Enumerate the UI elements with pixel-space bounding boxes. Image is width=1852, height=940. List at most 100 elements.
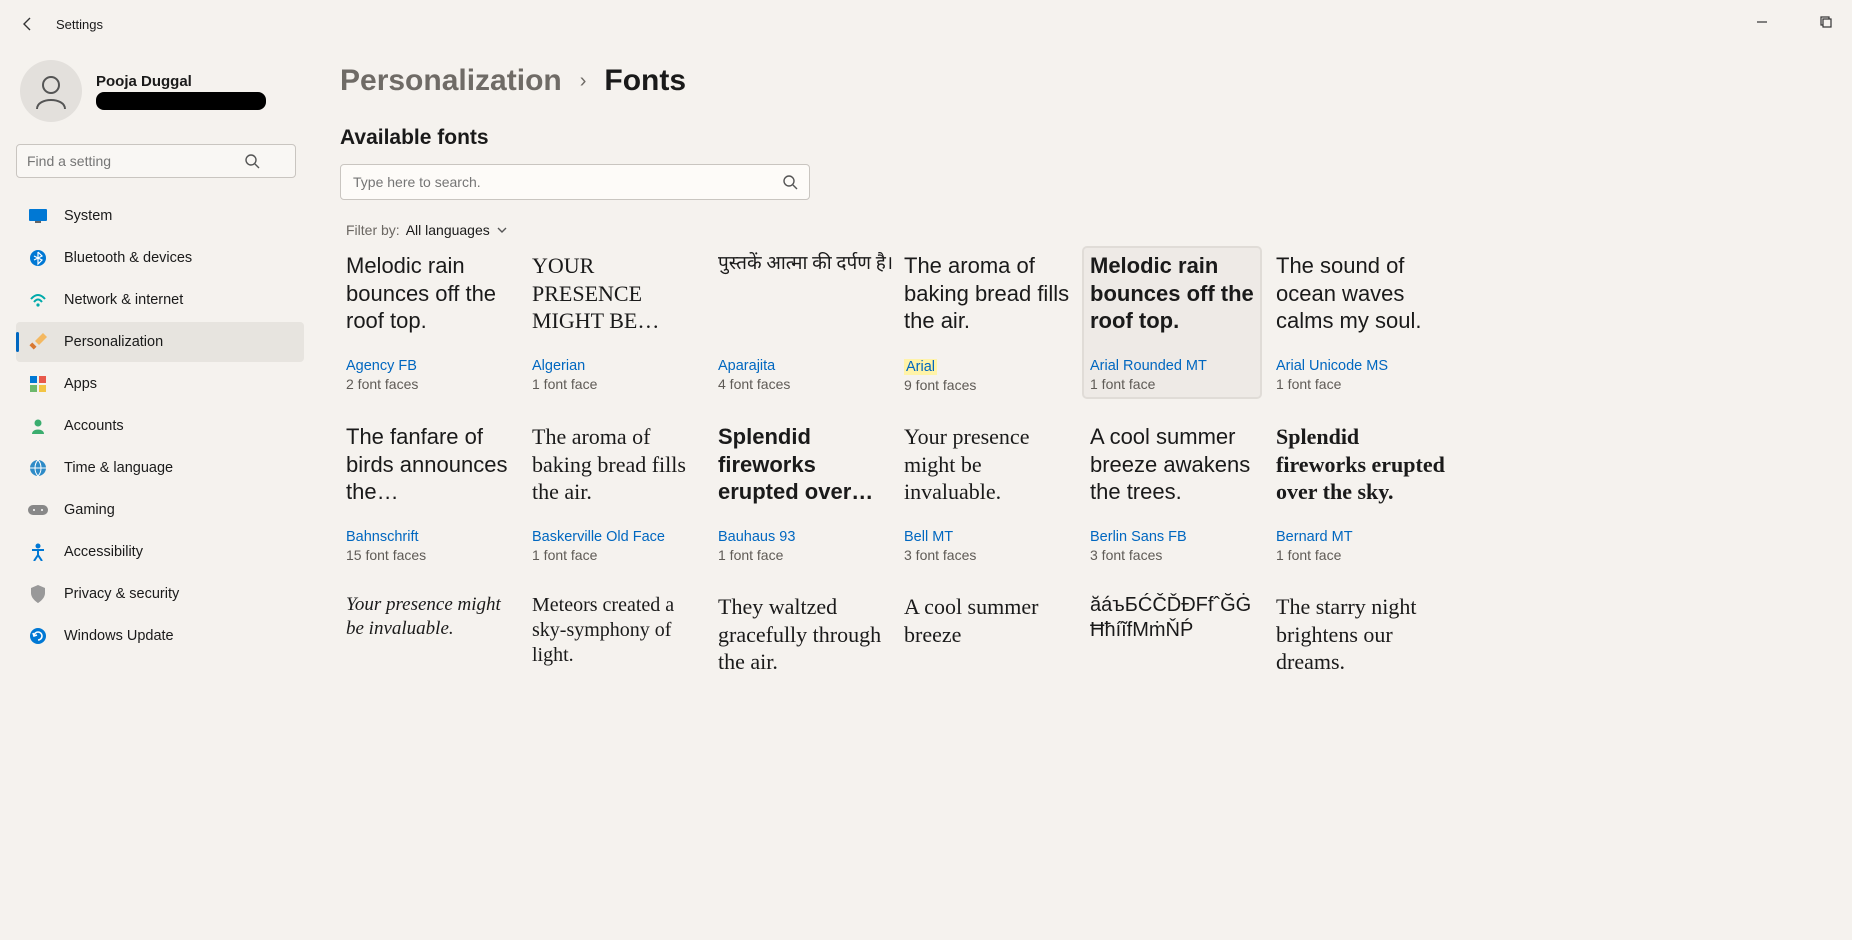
- nav-item-gaming[interactable]: Gaming: [16, 490, 304, 530]
- nav-label: Time & language: [64, 460, 173, 476]
- titlebar: Settings: [0, 0, 1852, 48]
- nav-label: Bluetooth & devices: [64, 250, 192, 266]
- font-faces: 1 font face: [1276, 547, 1452, 563]
- font-card-bell-mt[interactable]: Your presence might be invaluable. Bell …: [904, 423, 1080, 563]
- profile[interactable]: Pooja Duggal: [16, 56, 304, 138]
- nav-label: Personalization: [64, 334, 163, 350]
- section-title: Available fonts: [340, 126, 1812, 150]
- nav-item-bluetooth[interactable]: Bluetooth & devices: [16, 238, 304, 278]
- font-card-bernard-mt[interactable]: Splendid fireworks erupted over the sky.…: [1276, 423, 1452, 563]
- font-faces: 3 font faces: [904, 547, 1080, 563]
- accounts-icon: [28, 416, 48, 436]
- search-input[interactable]: [16, 144, 296, 178]
- font-preview: YOUR PRESENCE MIGHT BE…: [532, 252, 708, 350]
- font-faces: 4 font faces: [718, 376, 894, 392]
- font-preview: Splendid fireworks erupted over the sky.: [1276, 423, 1452, 521]
- system-icon: [28, 206, 48, 226]
- filter-label: Filter by:: [346, 222, 400, 238]
- font-preview: Splendid fireworks erupted over…: [718, 423, 894, 521]
- font-faces: 1 font face: [1090, 376, 1254, 392]
- font-name: Arial Rounded MT: [1090, 358, 1254, 374]
- font-card[interactable]: They waltzed gracefully through the air.: [718, 593, 894, 699]
- font-name: Arial Unicode MS: [1276, 358, 1452, 374]
- breadcrumb-separator: ›: [580, 70, 587, 93]
- font-card[interactable]: ăáъБĆČĎĐFfˆĞĠ ĦħíĩfMṁŇṔ: [1090, 593, 1266, 699]
- sidebar-search: [16, 144, 304, 178]
- font-name: Aparajita: [718, 358, 894, 374]
- nav-item-apps[interactable]: Apps: [16, 364, 304, 404]
- font-card-agency-fb[interactable]: Melodic rain bounces off the roof top. A…: [346, 252, 522, 393]
- font-card-arial[interactable]: The aroma of baking bread fills the air.…: [904, 252, 1080, 393]
- filter-row[interactable]: Filter by: All languages: [346, 222, 1812, 238]
- font-card-algerian[interactable]: YOUR PRESENCE MIGHT BE… Algerian 1 font …: [532, 252, 708, 393]
- nav-label: System: [64, 208, 112, 224]
- font-name: Bahnschrift: [346, 529, 522, 545]
- font-name: Berlin Sans FB: [1090, 529, 1266, 545]
- nav-label: Network & internet: [64, 292, 183, 308]
- font-preview: The aroma of baking bread fills the air.: [532, 423, 708, 521]
- profile-email-redacted: [96, 92, 266, 110]
- nav-item-accessibility[interactable]: Accessibility: [16, 532, 304, 572]
- breadcrumb-parent[interactable]: Personalization: [340, 64, 562, 98]
- font-card[interactable]: A cool summer breeze: [904, 593, 1080, 699]
- nav-item-privacy[interactable]: Privacy & security: [16, 574, 304, 614]
- minimize-button[interactable]: [1744, 8, 1780, 36]
- breadcrumb: Personalization › Fonts: [340, 64, 1812, 98]
- font-preview: The fanfare of birds announces the…: [346, 423, 522, 521]
- nav-label: Windows Update: [64, 628, 174, 644]
- font-preview: Your presence might be invaluable.: [346, 593, 522, 691]
- font-preview: The sound of ocean waves calms my soul.: [1276, 252, 1452, 350]
- font-search-wrap: [340, 164, 810, 200]
- nav-item-personalization[interactable]: Personalization: [16, 322, 304, 362]
- nav-label: Privacy & security: [64, 586, 179, 602]
- nav-item-system[interactable]: System: [16, 196, 304, 236]
- font-preview: Meteors created a sky-symphony of light.: [532, 593, 708, 691]
- privacy-icon: [28, 584, 48, 604]
- breadcrumb-current: Fonts: [604, 64, 686, 98]
- font-faces: 3 font faces: [1090, 547, 1266, 563]
- font-card-bahnschrift[interactable]: The fanfare of birds announces the… Bahn…: [346, 423, 522, 563]
- profile-name: Pooja Duggal: [96, 73, 266, 90]
- nav-item-accounts[interactable]: Accounts: [16, 406, 304, 446]
- nav-label: Gaming: [64, 502, 115, 518]
- window-controls: [1744, 8, 1844, 36]
- font-preview: The starry night brightens our dreams.: [1276, 593, 1452, 691]
- font-name: Bell MT: [904, 529, 1080, 545]
- font-preview: A cool summer breeze: [904, 593, 1080, 691]
- gaming-icon: [28, 500, 48, 520]
- nav-item-network[interactable]: Network & internet: [16, 280, 304, 320]
- windows-update-icon: [28, 626, 48, 646]
- font-card-berlin-sans[interactable]: A cool summer breeze awakens the trees. …: [1090, 423, 1266, 563]
- search-icon: [782, 174, 798, 190]
- font-name: Bauhaus 93: [718, 529, 894, 545]
- font-name: Arial: [904, 359, 937, 375]
- font-faces: 1 font face: [532, 547, 708, 563]
- font-card[interactable]: Meteors created a sky-symphony of light.: [532, 593, 708, 699]
- personalization-icon: [28, 332, 48, 352]
- nav-label: Apps: [64, 376, 97, 392]
- font-name: Baskerville Old Face: [532, 529, 708, 545]
- font-card-bauhaus[interactable]: Splendid fireworks erupted over… Bauhaus…: [718, 423, 894, 563]
- font-faces: 1 font face: [532, 376, 708, 392]
- font-card-aparajita[interactable]: पुस्तकें आत्मा की दर्पण है। Aparajita 4 …: [718, 252, 894, 393]
- nav-item-windows-update[interactable]: Windows Update: [16, 616, 304, 656]
- font-faces: 15 font faces: [346, 547, 522, 563]
- font-card[interactable]: Your presence might be invaluable.: [346, 593, 522, 699]
- font-card-arial-unicode[interactable]: The sound of ocean waves calms my soul. …: [1276, 252, 1452, 393]
- font-card-baskerville[interactable]: The aroma of baking bread fills the air.…: [532, 423, 708, 563]
- font-grid: Melodic rain bounces off the roof top. A…: [346, 252, 1812, 699]
- font-preview: They waltzed gracefully through the air.: [718, 593, 894, 691]
- font-search-input[interactable]: [340, 164, 810, 200]
- time-language-icon: [28, 458, 48, 478]
- font-preview: The aroma of baking bread fills the air.: [904, 252, 1080, 350]
- nav-item-time-language[interactable]: Time & language: [16, 448, 304, 488]
- font-preview: पुस्तकें आत्मा की दर्पण है।: [718, 252, 894, 350]
- font-faces: 9 font faces: [904, 377, 1080, 393]
- font-preview: Your presence might be invaluable.: [904, 423, 1080, 521]
- font-card[interactable]: The starry night brightens our dreams.: [1276, 593, 1452, 699]
- accessibility-icon: [28, 542, 48, 562]
- back-button[interactable]: [8, 4, 48, 44]
- maximize-button[interactable]: [1808, 8, 1844, 36]
- font-preview: ăáъБĆČĎĐFfˆĞĠ ĦħíĩfMṁŇṔ: [1090, 593, 1266, 691]
- font-card-arial-rounded[interactable]: Melodic rain bounces off the roof top. A…: [1084, 248, 1260, 397]
